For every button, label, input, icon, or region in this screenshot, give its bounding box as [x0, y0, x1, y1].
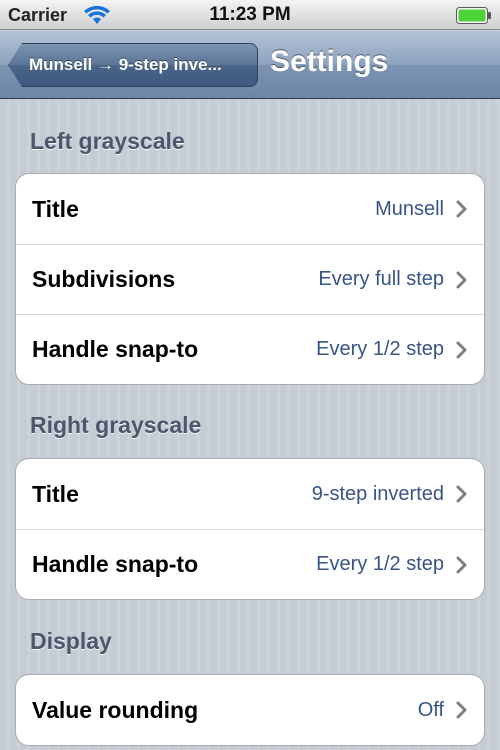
- navigation-bar: Munsell → 9-step inve... Settings: [0, 31, 500, 99]
- chevron-right-icon: [456, 556, 467, 573]
- setting-label: Handle snap-to: [32, 336, 199, 362]
- setting-row-value-rounding[interactable]: Value rounding Off: [16, 675, 484, 745]
- setting-label: Title: [32, 480, 79, 507]
- setting-row-left-subdivisions[interactable]: Subdivisions Every full step: [16, 244, 484, 314]
- setting-value: Every full step: [318, 268, 444, 290]
- section-header-display: Display: [30, 628, 112, 654]
- setting-row-right-handle-snap-to[interactable]: Handle snap-to Every 1/2 step: [16, 529, 484, 599]
- back-button[interactable]: Munsell → 9-step inve...: [8, 43, 258, 87]
- setting-value: Off: [417, 698, 444, 721]
- setting-value: 9-step inverted: [311, 482, 444, 505]
- setting-value: Every 1/2 step: [316, 553, 444, 575]
- chevron-right-icon: [456, 200, 467, 218]
- chevron-right-icon: [456, 485, 467, 503]
- setting-label: Handle snap-to: [32, 551, 199, 577]
- section-header-left-grayscale: Left grayscale: [30, 128, 185, 154]
- chevron-right-icon: [456, 701, 467, 719]
- settings-group-right-grayscale: Title 9-step inverted Handle snap-to Eve…: [15, 458, 485, 600]
- setting-label: Value rounding: [32, 696, 199, 723]
- clock: 11:23 PM: [209, 4, 291, 25]
- page-title: Settings: [270, 45, 389, 78]
- setting-value: Every 1/2 step: [316, 338, 444, 360]
- setting-label: Subdivisions: [32, 266, 176, 292]
- setting-row-right-title[interactable]: Title 9-step inverted: [16, 459, 484, 529]
- back-button-label: Munsell → 9-step inve...: [29, 55, 222, 74]
- setting-label: Title: [32, 195, 79, 222]
- chevron-right-icon: [456, 341, 467, 358]
- section-header-right-grayscale: Right grayscale: [30, 412, 202, 438]
- status-bar: Carrier 11:23 PM: [0, 0, 500, 30]
- settings-group-left-grayscale: Title Munsell Subdivisions Every full st…: [15, 173, 485, 385]
- settings-group-display: Value rounding Off: [15, 674, 485, 746]
- setting-value: Munsell: [375, 197, 444, 220]
- battery-icon: [456, 7, 491, 24]
- setting-row-left-handle-snap-to[interactable]: Handle snap-to Every 1/2 step: [16, 314, 484, 384]
- chevron-right-icon: [456, 271, 467, 288]
- setting-row-left-title[interactable]: Title Munsell: [16, 174, 484, 244]
